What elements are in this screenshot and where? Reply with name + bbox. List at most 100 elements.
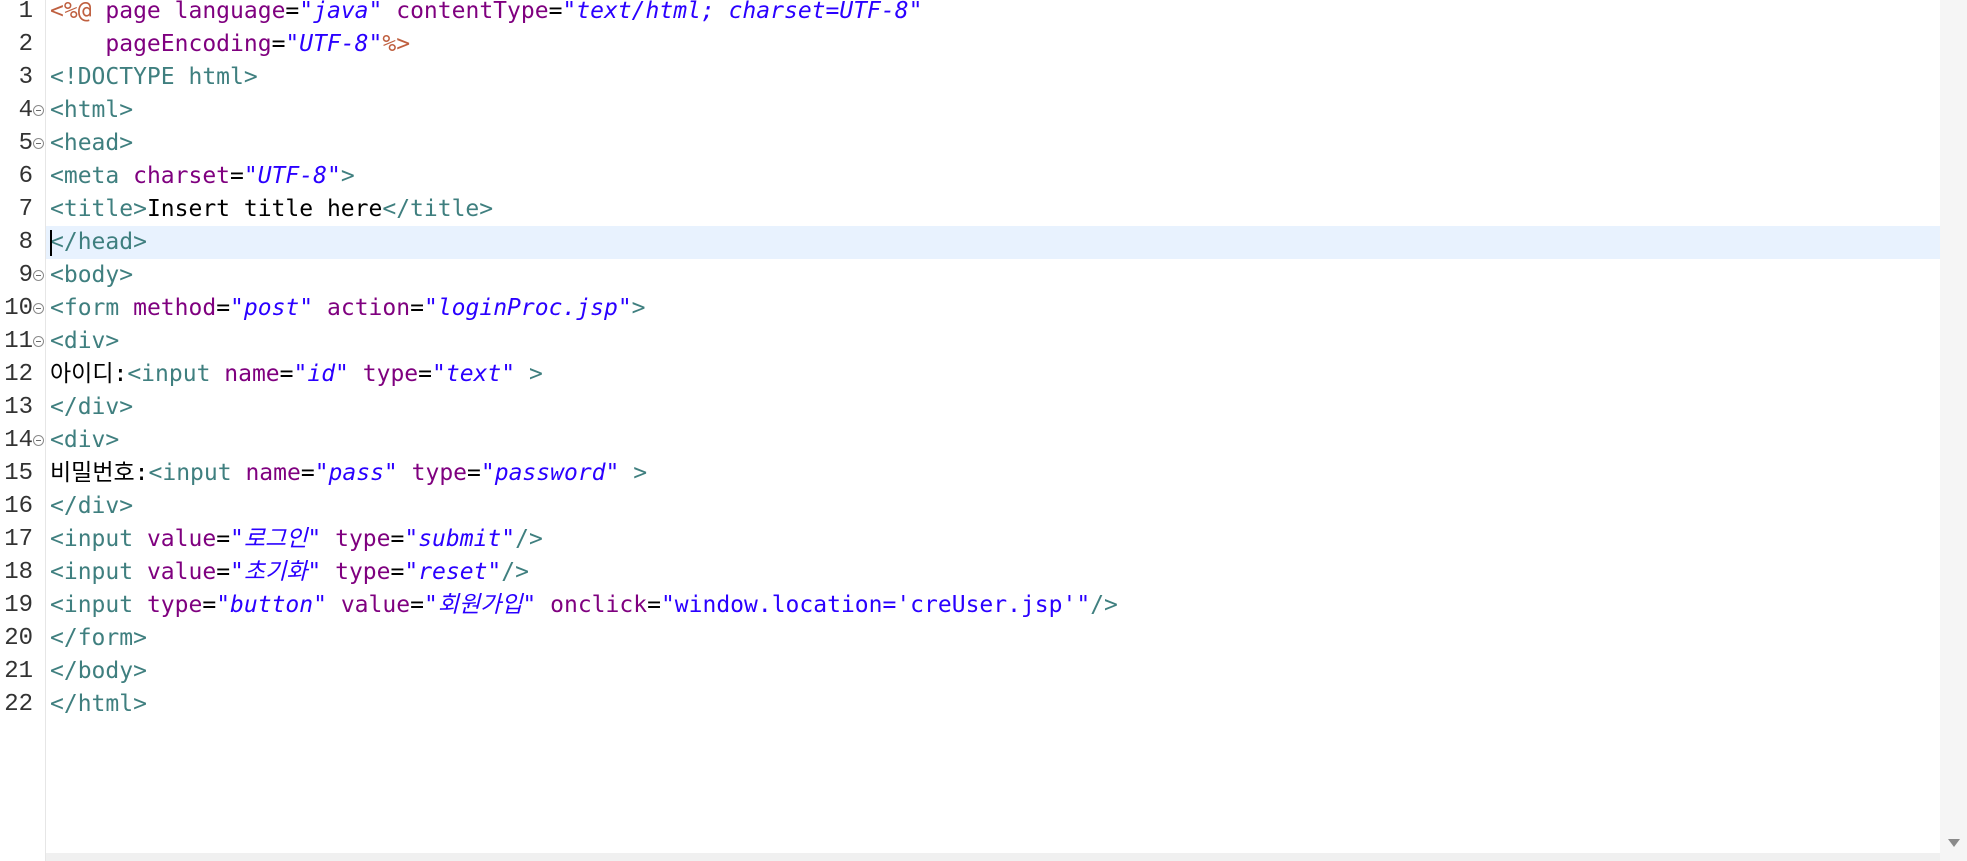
code-token: =: [647, 592, 661, 618]
code-line-text: <div>: [50, 424, 119, 457]
line-number: 13: [4, 394, 33, 421]
code-token: <form: [50, 295, 134, 321]
code-token: <div>: [50, 427, 120, 453]
code-token: "초기화": [230, 559, 322, 585]
code-line[interactable]: </form>: [46, 622, 1940, 655]
code-token: <%@: [50, 0, 106, 24]
code-token: name: [224, 361, 280, 387]
code-line[interactable]: <meta charset="UTF-8">: [46, 160, 1940, 193]
code-line[interactable]: </html>: [46, 688, 1940, 721]
code-token: <input: [50, 592, 147, 618]
code-line[interactable]: <form method="post" action="loginProc.js…: [46, 292, 1940, 325]
code-token: =: [230, 163, 244, 189]
gutter-row: 3: [0, 61, 45, 94]
fold-collapse-icon[interactable]: [33, 270, 44, 281]
code-token: value: [146, 526, 217, 552]
code-token: "post": [230, 295, 314, 321]
code-line[interactable]: <html>: [46, 94, 1940, 127]
fold-collapse-icon[interactable]: [33, 138, 44, 149]
code-token: pageEncoding: [105, 31, 272, 57]
code-token: "UTF-8": [285, 31, 383, 57]
line-number: 12: [4, 361, 33, 388]
code-line-text: 비밀번호:<input name="pass" type="password" …: [50, 457, 647, 490]
scroll-down-arrow-icon[interactable]: [1948, 839, 1960, 847]
code-token: type: [335, 559, 391, 585]
code-token: />: [1090, 592, 1118, 618]
line-number: 3: [18, 64, 33, 91]
code-line-text: <input value="초기화" type="reset"/>: [50, 556, 529, 589]
code-token: type: [362, 361, 419, 387]
line-number: 15: [4, 460, 33, 487]
horizontal-scrollbar[interactable]: [46, 853, 1940, 861]
code-line[interactable]: </head>: [46, 226, 1940, 259]
code-token: contentType: [396, 0, 549, 24]
code-token: <input: [50, 526, 147, 552]
vertical-scrollbar[interactable]: [1940, 0, 1967, 861]
code-token: "id": [293, 361, 349, 387]
code-line-text: <html>: [50, 94, 133, 127]
code-line[interactable]: </div>: [46, 391, 1940, 424]
line-number: 16: [4, 493, 33, 520]
code-line[interactable]: <title>Insert title here</title>: [46, 193, 1940, 226]
code-token: </div>: [50, 394, 134, 420]
code-token: =: [548, 0, 563, 24]
code-area[interactable]: <%@ page language="java" contentType="te…: [46, 0, 1940, 861]
gutter-row: 19: [0, 589, 45, 622]
gutter-row: 12: [0, 358, 45, 391]
code-token: "loginProc.jsp": [423, 295, 632, 321]
code-line[interactable]: 아이디:<input name="id" type="text" >: [46, 358, 1940, 391]
code-line[interactable]: 비밀번호:<input name="pass" type="password" …: [46, 457, 1940, 490]
code-line[interactable]: <input value="로그인" type="submit"/>: [46, 523, 1940, 556]
code-token: =: [410, 295, 424, 321]
code-line[interactable]: <input type="button" value="회원가입" onclic…: [46, 589, 1940, 622]
code-line-text: pageEncoding="UTF-8"%>: [50, 28, 410, 61]
code-token: =: [390, 526, 405, 552]
code-token: =: [467, 460, 481, 486]
code-token: =: [390, 559, 405, 585]
code-line[interactable]: <input value="초기화" type="reset"/>: [46, 556, 1940, 589]
text-caret: [50, 230, 52, 256]
code-line[interactable]: <%@ page language="java" contentType="te…: [46, 0, 1940, 28]
line-number: 11: [4, 328, 33, 355]
line-number: 7: [18, 196, 33, 223]
gutter-row: 6: [0, 160, 45, 193]
code-line-text: <title>Insert title here</title>: [50, 193, 493, 226]
code-token: 비밀번호:: [50, 460, 149, 486]
line-number: 4: [18, 97, 33, 124]
code-line[interactable]: <div>: [46, 325, 1940, 358]
code-token: <body>: [50, 262, 134, 288]
code-token: <div>: [50, 328, 120, 354]
code-token: =: [202, 592, 217, 618]
fold-collapse-icon[interactable]: [33, 435, 44, 446]
code-token: </body>: [50, 658, 147, 684]
fold-collapse-icon[interactable]: [33, 105, 44, 116]
code-line[interactable]: pageEncoding="UTF-8"%>: [46, 28, 1940, 61]
gutter-row: 10: [0, 292, 45, 325]
code-token: onclick: [550, 592, 648, 618]
code-token: "text": [432, 361, 516, 387]
code-line[interactable]: </div>: [46, 490, 1940, 523]
line-number: 6: [18, 163, 33, 190]
gutter-row: 16: [0, 490, 45, 523]
gutter-row: 15: [0, 457, 45, 490]
code-line[interactable]: </body>: [46, 655, 1940, 688]
code-line[interactable]: <!DOCTYPE html>: [46, 61, 1940, 94]
fold-collapse-icon[interactable]: [33, 336, 44, 347]
line-number: 20: [4, 625, 33, 652]
line-number: 10: [4, 295, 33, 322]
code-line[interactable]: <body>: [46, 259, 1940, 292]
code-token: value: [146, 559, 217, 585]
code-line-text: <form method="post" action="loginProc.js…: [50, 292, 646, 325]
code-editor[interactable]: 1 2 3 4 5 6 7 8 9 10 11 12 13 14 15 16 17 18 19 20 21 22 <%@ …: [0, 0, 1967, 861]
code-line[interactable]: <div>: [46, 424, 1940, 457]
gutter-row: 8: [0, 226, 45, 259]
code-line[interactable]: <head>: [46, 127, 1940, 160]
gutter-row: 5: [0, 127, 45, 160]
gutter-row: 13: [0, 391, 45, 424]
fold-collapse-icon[interactable]: [33, 303, 44, 314]
